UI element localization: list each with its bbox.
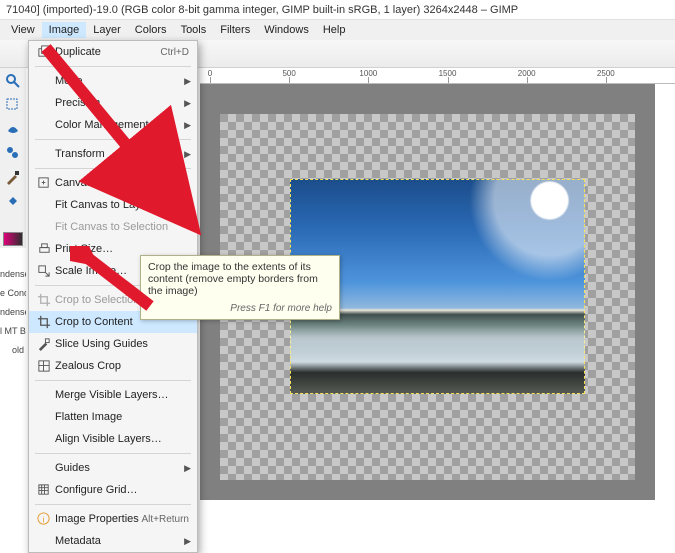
- menu-item-accel: Alt+Return: [141, 514, 189, 525]
- menu-separator: [35, 66, 191, 67]
- submenu-arrow-icon: ▶: [184, 120, 191, 131]
- menu-item-metadata[interactable]: Metadata▶: [29, 530, 197, 552]
- window-titlebar: 71040] (imported)-19.0 (RGB color 8-bit …: [0, 0, 675, 20]
- menu-item-label: Slice Using Guides: [53, 338, 189, 350]
- font-list-item[interactable]: ndensed: [0, 298, 26, 317]
- menu-item-label: Configure Grid…: [53, 484, 189, 496]
- submenu-arrow-icon: ▶: [184, 536, 191, 547]
- ruler-tick: 0: [208, 69, 212, 78]
- submenu-arrow-icon: ▶: [184, 463, 191, 474]
- ruler-tick: 1000: [359, 69, 377, 78]
- menu-item-label: Fit Canvas to Layers: [53, 199, 189, 211]
- paint-tool-icon[interactable]: [3, 168, 23, 186]
- font-list-item[interactable]: l MT Bold,: [0, 317, 26, 336]
- submenu-arrow-icon: ▶: [184, 76, 191, 87]
- menu-item-label: Mode: [53, 75, 189, 87]
- menu-item-flatten-image[interactable]: Flatten Image: [29, 406, 197, 428]
- menu-item-label: Print Size…: [53, 243, 189, 255]
- menu-item-precision[interactable]: Precision▶: [29, 92, 197, 114]
- tooltip-text: Crop the image to the extents of its con…: [148, 261, 332, 297]
- menu-item-label: Metadata: [53, 535, 189, 547]
- menu-help[interactable]: Help: [316, 22, 353, 38]
- menu-layer[interactable]: Layer: [86, 22, 128, 38]
- menu-separator: [35, 453, 191, 454]
- menu-image[interactable]: Image: [42, 22, 87, 38]
- menu-item-fit-canvas-to-selection: Fit Canvas to Selection: [29, 216, 197, 238]
- menu-item-slice-using-guides[interactable]: Slice Using Guides: [29, 333, 197, 355]
- submenu-arrow-icon: ▶: [184, 149, 191, 160]
- toolbox: [0, 68, 26, 248]
- svg-text:i: i: [43, 514, 45, 524]
- menu-item-merge-visible-layers[interactable]: Merge Visible Layers…: [29, 384, 197, 406]
- menu-separator: [35, 504, 191, 505]
- slice-icon: [35, 337, 53, 351]
- menubar: ViewImageLayerColorsToolsFiltersWindowsH…: [0, 20, 675, 40]
- menu-item-label: Transform: [53, 148, 189, 160]
- crop-icon: [35, 293, 53, 307]
- crop-icon: [35, 315, 53, 329]
- menu-item-label: Precision: [53, 97, 189, 109]
- zealous-icon: [35, 359, 53, 373]
- font-list-item[interactable]: ndensed: [0, 260, 26, 279]
- ruler-tick: 2500: [597, 69, 615, 78]
- menu-colors[interactable]: Colors: [128, 22, 174, 38]
- menu-item-label: Align Visible Layers…: [53, 433, 189, 445]
- magnify-tool-icon[interactable]: [3, 72, 23, 90]
- select-tool-icon[interactable]: [3, 96, 23, 114]
- font-list-item[interactable]: old: [0, 336, 26, 355]
- menu-item-duplicate[interactable]: DuplicateCtrl+D: [29, 41, 197, 63]
- gradient-swatch[interactable]: [3, 230, 23, 248]
- menu-item-zealous-crop[interactable]: Zealous Crop: [29, 355, 197, 377]
- menu-item-label: Duplicate: [53, 46, 160, 58]
- tooltip-help-hint: Press F1 for more help: [148, 303, 332, 314]
- menu-item-guides[interactable]: Guides▶: [29, 457, 197, 479]
- menu-item-canvas-size[interactable]: Canvas Size…: [29, 172, 197, 194]
- menu-item-align-visible-layers[interactable]: Align Visible Layers…: [29, 428, 197, 450]
- menu-item-label: Flatten Image: [53, 411, 189, 423]
- menu-item-fit-canvas-to-layers[interactable]: Fit Canvas to Layers: [29, 194, 197, 216]
- menu-item-label: Guides: [53, 462, 189, 474]
- menu-tools[interactable]: Tools: [174, 22, 214, 38]
- grid-icon: [35, 483, 53, 497]
- menu-view[interactable]: View: [4, 22, 42, 38]
- menu-item-label: Merge Visible Layers…: [53, 389, 189, 401]
- menu-item-transform[interactable]: Transform▶: [29, 143, 197, 165]
- canvas-icon: [35, 176, 53, 190]
- info-icon: i: [35, 512, 53, 526]
- menu-item-label: Color Management: [53, 119, 189, 131]
- bucket-tool-icon[interactable]: [3, 192, 23, 210]
- menu-item-mode[interactable]: Mode▶: [29, 70, 197, 92]
- scale-icon: [35, 264, 53, 278]
- print-icon: [35, 242, 53, 256]
- menu-item-label: Canvas Size…: [53, 177, 189, 189]
- menu-item-label: Fit Canvas to Selection: [53, 221, 189, 233]
- menu-item-label: Zealous Crop: [53, 360, 189, 372]
- clone-tool-icon[interactable]: [3, 144, 23, 162]
- menu-separator: [35, 168, 191, 169]
- menu-item-image-properties[interactable]: i Image PropertiesAlt+Return: [29, 508, 197, 530]
- smudge-tool-icon[interactable]: [3, 120, 23, 138]
- menu-item-configure-grid[interactable]: Configure Grid…: [29, 479, 197, 501]
- font-list-clip: ndensede Condndensedl MT Bold,old: [0, 260, 26, 355]
- ruler-tick: 500: [282, 69, 295, 78]
- menu-separator: [35, 139, 191, 140]
- font-list-item[interactable]: e Cond: [0, 279, 26, 298]
- ruler-horizontal: 050010001500200025003000: [200, 68, 675, 84]
- ruler-tick: 1500: [439, 69, 457, 78]
- menu-windows[interactable]: Windows: [257, 22, 316, 38]
- menu-filters[interactable]: Filters: [213, 22, 257, 38]
- menu-item-color-management[interactable]: Color Management▶: [29, 114, 197, 136]
- menu-item-label: Image Properties: [53, 513, 141, 525]
- submenu-arrow-icon: ▶: [184, 98, 191, 109]
- duplicate-icon: [35, 45, 53, 59]
- tooltip: Crop the image to the extents of its con…: [140, 255, 340, 320]
- menu-item-accel: Ctrl+D: [160, 47, 189, 58]
- ruler-tick: 2000: [518, 69, 536, 78]
- title-text: 71040] (imported)-19.0 (RGB color 8-bit …: [6, 4, 518, 16]
- menu-separator: [35, 380, 191, 381]
